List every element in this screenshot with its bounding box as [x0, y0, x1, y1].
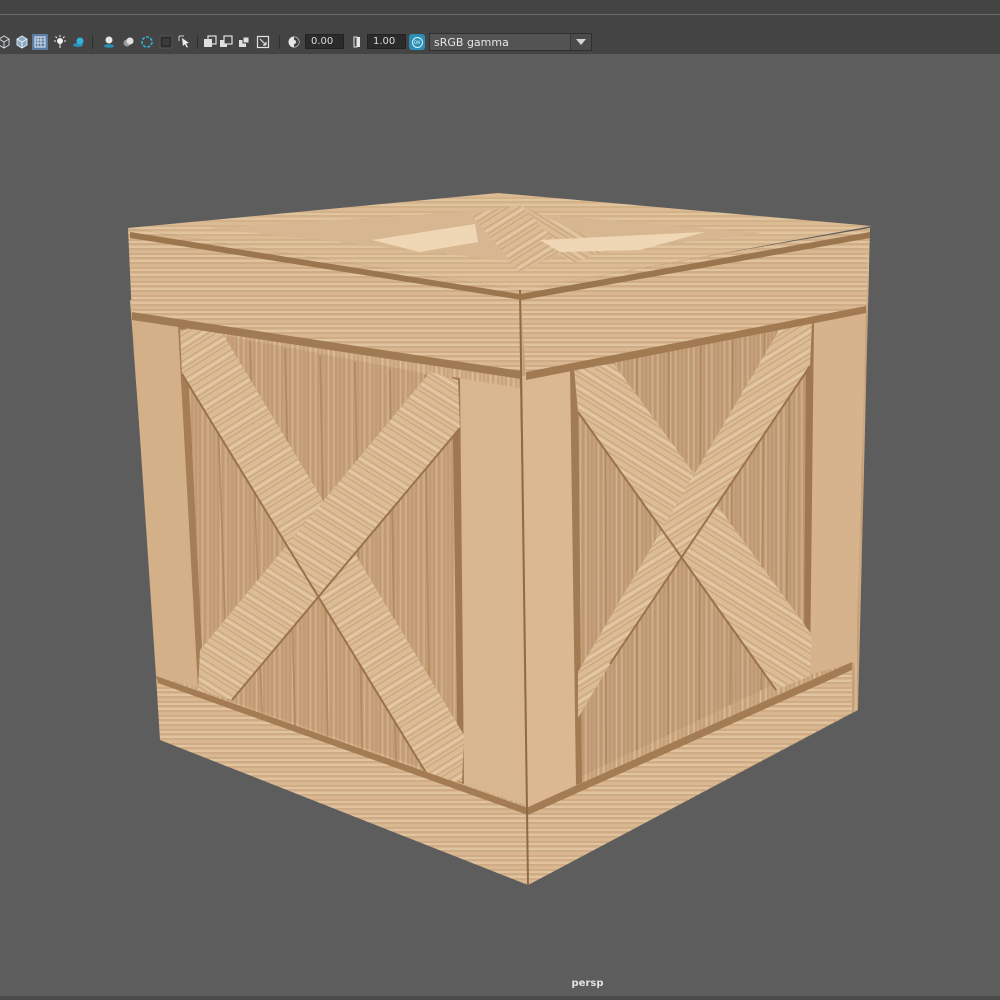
maya-viewport-window: 0.00 1.00 ON sRGB gamma persp — [0, 0, 1000, 1000]
viewport-bottom-border — [0, 996, 1000, 1000]
crate-right-face — [520, 228, 870, 885]
crate-left-face — [128, 228, 528, 885]
wooden-crate-model[interactable] — [0, 0, 1000, 1000]
perspective-viewport[interactable] — [0, 54, 1000, 1000]
